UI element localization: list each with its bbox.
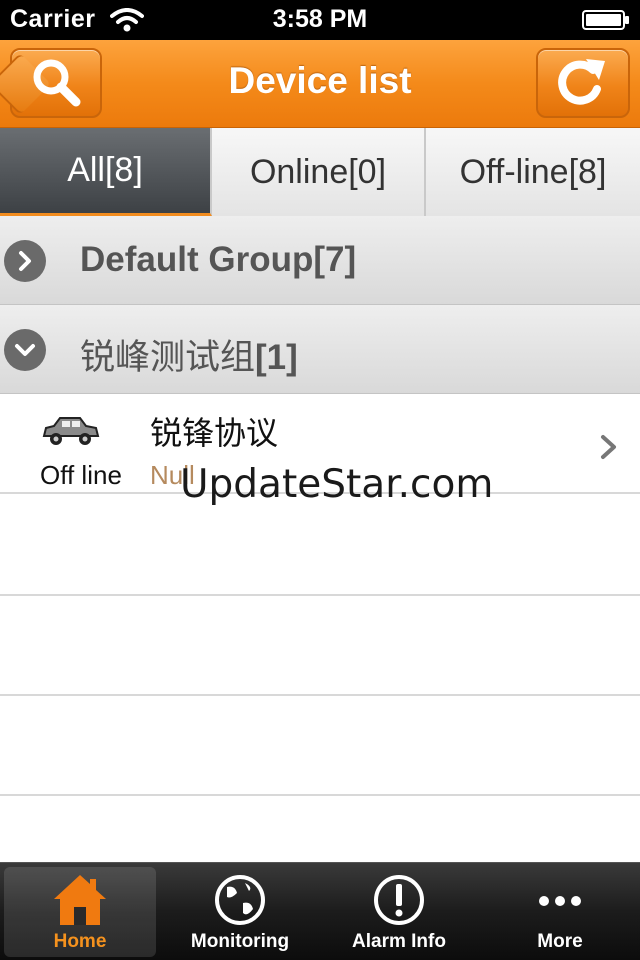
- globe-icon: [215, 875, 265, 925]
- refresh-icon: [558, 59, 605, 105]
- group-name: Default Group[7]: [80, 240, 357, 279]
- battery-icon: [582, 10, 629, 30]
- chevron-right-icon: [601, 435, 616, 459]
- group-name: 锐峰测试组[1]: [80, 329, 298, 380]
- status-bar: Carrier 3:58 PM: [0, 0, 640, 40]
- watermark: UpdateStar.com: [180, 462, 494, 507]
- refresh-button[interactable]: [536, 48, 630, 118]
- empty-row: [0, 496, 640, 596]
- tab-bar-alarm-info[interactable]: Alarm Info: [323, 867, 475, 957]
- group-name-text: 锐峰测试组: [80, 338, 256, 377]
- group-count: [1]: [255, 338, 298, 377]
- alert-icon: [374, 875, 424, 925]
- group-header-default[interactable]: Default Group[7]: [0, 216, 640, 305]
- empty-row: [0, 596, 640, 696]
- tab-bar-home[interactable]: Home: [4, 867, 156, 957]
- empty-row: [0, 696, 640, 796]
- tab-online[interactable]: Online[0]: [212, 128, 426, 216]
- bottom-tab-bar: Home Monitoring Alarm Info More: [0, 862, 640, 960]
- filter-tabs: All[8] Online[0] Off-line[8]: [0, 128, 640, 216]
- tab-bar-label: Alarm Info: [352, 931, 446, 952]
- home-icon: [54, 875, 106, 925]
- device-status: Off line: [40, 460, 122, 490]
- device-name: 锐锋协议: [150, 415, 279, 451]
- tab-offline[interactable]: Off-line[8]: [426, 128, 640, 216]
- group-header-test[interactable]: 锐峰测试组[1]: [0, 305, 640, 394]
- tab-bar-label: Home: [53, 931, 107, 952]
- chevron-down-icon: [4, 329, 46, 371]
- tab-bar-label: More: [537, 931, 583, 952]
- nav-bar: Device list: [0, 40, 640, 128]
- tab-bar-more[interactable]: More: [484, 867, 636, 957]
- chevron-right-icon: [4, 240, 46, 282]
- tab-bar-monitoring[interactable]: Monitoring: [164, 867, 316, 957]
- car-icon: [42, 417, 100, 445]
- status-time: 3:58 PM: [272, 5, 368, 33]
- tab-bar-label: Monitoring: [190, 931, 290, 952]
- tab-all[interactable]: All[8]: [0, 128, 212, 216]
- more-icon: [539, 896, 581, 906]
